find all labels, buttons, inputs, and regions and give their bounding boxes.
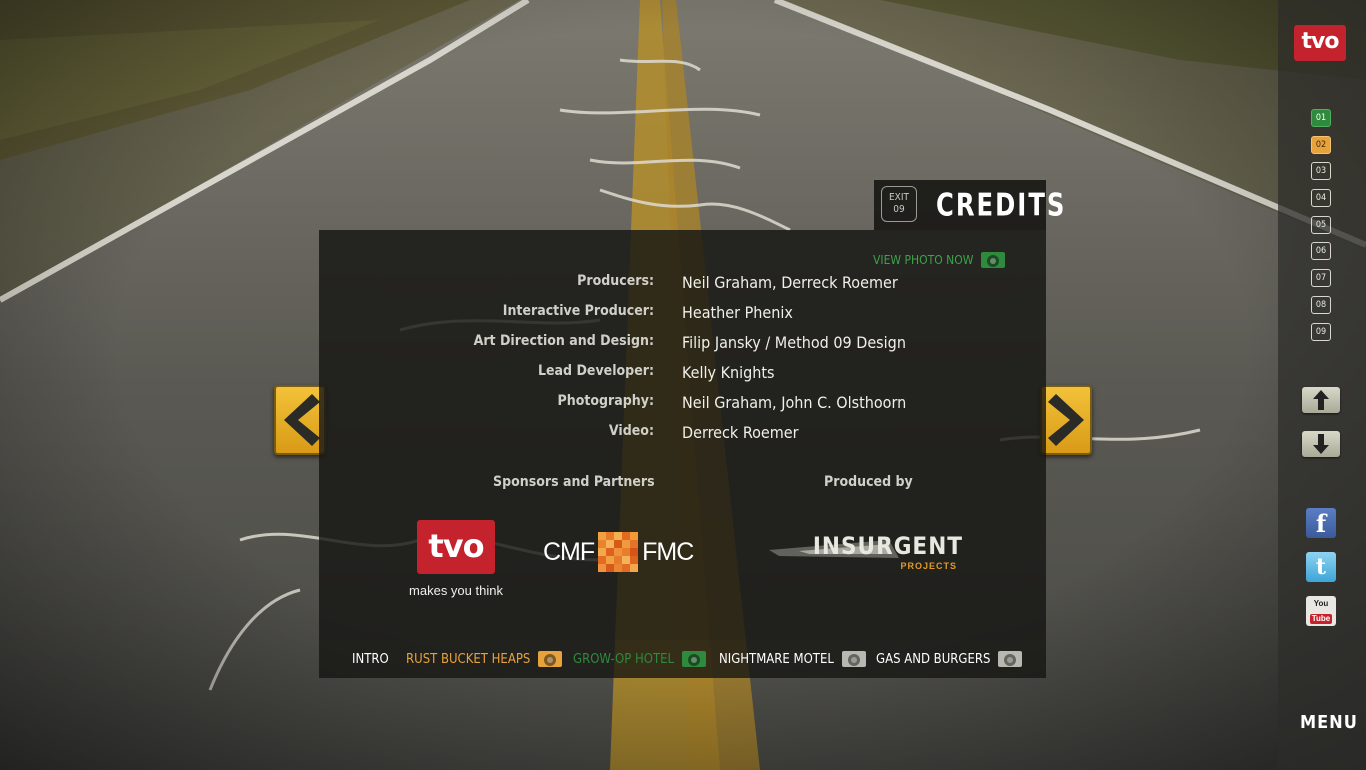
page-button-06[interactable]: 06 — [1311, 242, 1331, 260]
sponsors-heading: Sponsors and Partners — [493, 474, 655, 490]
credit-name: Neil Graham, John C. Olsthoorn — [682, 393, 907, 412]
facebook-icon[interactable]: f — [1306, 508, 1336, 538]
right-sidebar: tvo 01 02 03 04 05 06 07 08 09 f t You T… — [1278, 0, 1366, 770]
credit-role: Video: — [608, 423, 654, 439]
tvo-logo[interactable]: tvo — [1294, 25, 1346, 61]
camera-icon — [981, 252, 1006, 268]
cmf-mosaic-icon — [598, 532, 639, 572]
insurgent-text: INSURGENT — [812, 532, 963, 560]
credit-name: Kelly Knights — [682, 363, 775, 382]
exit-number: 09 — [893, 204, 905, 215]
credit-name: Filip Jansky / Method 09 Design — [682, 333, 906, 352]
youtube-you-text: You — [1313, 599, 1329, 608]
credit-name: Heather Phenix — [682, 303, 793, 322]
twitter-icon[interactable]: t — [1306, 552, 1336, 582]
youtube-tube-text: Tube — [1309, 614, 1333, 624]
camera-icon — [841, 651, 866, 667]
chevron-right-icon — [1048, 394, 1084, 446]
credits-header-tab: EXIT 09 CREDITS — [874, 180, 1064, 230]
page-button-05[interactable]: 05 — [1311, 216, 1331, 234]
credit-role: Art Direction and Design: — [473, 333, 654, 349]
credit-row: Photography: Neil Graham, John C. Olstho… — [319, 393, 1046, 417]
insurgent-subtext: PROJECTS — [900, 561, 957, 571]
exit-sign: EXIT 09 — [881, 186, 917, 222]
scroll-down-button[interactable] — [1302, 431, 1340, 457]
credit-role: Lead Developer: — [537, 363, 654, 379]
chevron-left-icon — [284, 394, 320, 446]
nav-item-label: NIGHTMARE MOTEL — [719, 651, 834, 667]
nav-item-label: GROW-OP HOTEL — [573, 651, 675, 667]
credits-panel: VIEW PHOTO NOW Producers: Neil Graham, D… — [319, 230, 1046, 640]
page-button-09[interactable]: 09 — [1311, 323, 1331, 341]
nav-item-label: RUST BUCKET HEAPS — [406, 651, 531, 667]
credit-name: Derreck Roemer — [682, 423, 799, 442]
nav-item-label: GAS AND BURGERS — [876, 651, 991, 667]
page-button-08[interactable]: 08 — [1311, 296, 1331, 314]
chapter-nav: INTRO RUST BUCKET HEAPS GROW-OP HOTEL NI… — [319, 640, 1046, 678]
youtube-icon[interactable]: You Tube — [1306, 596, 1336, 626]
credit-name: Neil Graham, Derreck Roemer — [682, 273, 898, 292]
page-button-04[interactable]: 04 — [1311, 189, 1331, 207]
exit-label: EXIT — [889, 192, 909, 203]
credit-role: Photography: — [557, 393, 655, 409]
view-photo-label: VIEW PHOTO NOW — [873, 253, 974, 267]
page-button-07[interactable]: 07 — [1311, 269, 1331, 287]
arrow-up-icon — [1313, 390, 1329, 410]
cmf-text: CMF — [543, 537, 595, 566]
page-button-03[interactable]: 03 — [1311, 162, 1331, 180]
credit-row: Interactive Producer: Heather Phenix — [319, 303, 1046, 327]
nav-item-intro[interactable]: INTRO — [352, 649, 389, 669]
credit-row: Video: Derreck Roemer — [319, 423, 1046, 447]
page-button-01[interactable]: 01 — [1311, 109, 1331, 127]
menu-button[interactable]: MENU — [1300, 712, 1358, 733]
credit-role: Producers: — [577, 273, 654, 289]
page-title: CREDITS — [936, 188, 1067, 224]
insurgent-projects-logo[interactable]: INSURGENT PROJECTS — [769, 530, 969, 576]
arrow-down-icon — [1313, 434, 1329, 454]
page-button-02[interactable]: 02 — [1311, 136, 1331, 154]
scroll-up-button[interactable] — [1302, 387, 1340, 413]
next-arrow-button[interactable] — [1040, 385, 1092, 455]
credit-role: Interactive Producer: — [502, 303, 654, 319]
nav-item-gas-and-burgers[interactable]: GAS AND BURGERS — [876, 649, 1023, 669]
produced-by-heading: Produced by — [824, 474, 913, 490]
credit-row: Lead Developer: Kelly Knights — [319, 363, 1046, 387]
nav-item-grow-op-hotel[interactable]: GROW-OP HOTEL — [573, 649, 707, 669]
cmf-fmc-logo[interactable]: CMF FMC — [543, 532, 694, 572]
fmc-text: FMC — [642, 537, 694, 566]
tvo-sponsor-logo[interactable]: tvo — [417, 520, 495, 574]
tvo-tagline: makes you think — [409, 583, 503, 598]
credit-row: Producers: Neil Graham, Derreck Roemer — [319, 273, 1046, 297]
nav-item-nightmare-motel[interactable]: NIGHTMARE MOTEL — [719, 649, 866, 669]
view-photo-now-link[interactable]: VIEW PHOTO NOW — [873, 252, 1006, 268]
credit-row: Art Direction and Design: Filip Jansky /… — [319, 333, 1046, 357]
camera-icon — [538, 651, 563, 667]
camera-icon — [682, 651, 707, 667]
nav-item-label: INTRO — [352, 651, 389, 667]
nav-item-rust-bucket-heaps[interactable]: RUST BUCKET HEAPS — [406, 649, 563, 669]
camera-icon — [998, 651, 1023, 667]
